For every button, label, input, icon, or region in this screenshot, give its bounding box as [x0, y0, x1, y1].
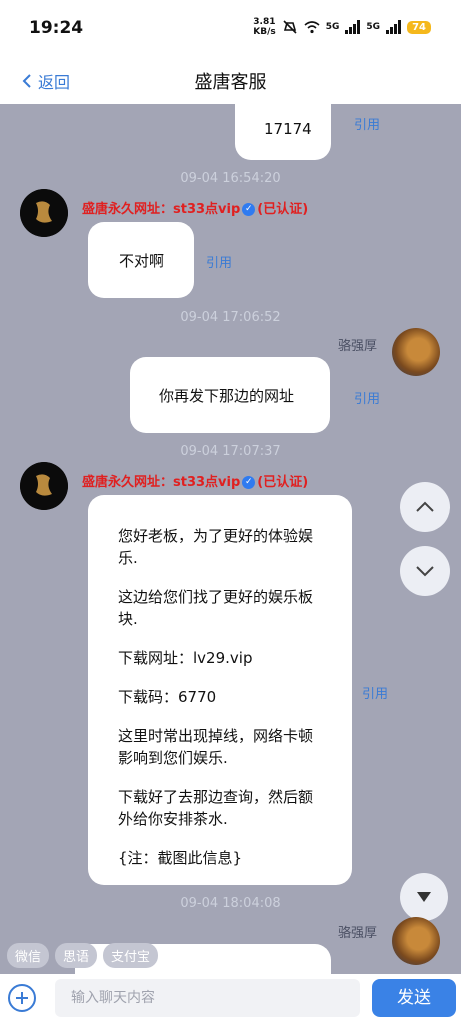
chevron-down-icon [416, 566, 434, 577]
my-name: 骆强厚 [338, 926, 378, 941]
message-text: 不对啊 [119, 252, 165, 270]
verified-label: (已认证) [257, 475, 309, 490]
sender-name: 盛唐永久网址：st33点vip ✓ (已认证) [82, 198, 308, 217]
timestamp: 09-04 17:06:52 [180, 310, 281, 325]
status-time: 19:24 [29, 18, 84, 38]
message-bubble-1[interactable]: 17174 [235, 104, 331, 160]
timestamp: 09-04 16:54:20 [180, 171, 281, 186]
message-line: 这里时常出现掉线，网络卡顿影响到您们娱乐. [118, 727, 314, 767]
message-line: {注：截图此信息} [118, 849, 243, 867]
timestamp: 09-04 17:07:37 [180, 444, 281, 459]
battery-badge: 74 [407, 20, 431, 34]
logo-icon [20, 189, 68, 237]
avatar-support[interactable] [20, 189, 68, 237]
sim2-label: 5G [366, 22, 381, 32]
scroll-down-button[interactable] [400, 546, 450, 596]
send-button[interactable]: 发送 [372, 979, 456, 1017]
my-name: 骆强厚 [338, 339, 378, 354]
message-line: 这边给您们找了更好的娱乐板块. [118, 588, 314, 628]
sender-name-text: 盛唐永久网址：st33点vip [82, 475, 241, 490]
chevron-up-icon [416, 501, 434, 512]
message-line: 您好老板，为了更好的体验娱乐. [118, 527, 314, 567]
avatar-me[interactable] [392, 328, 440, 376]
quick-tab-wechat[interactable]: 微信 [7, 943, 50, 968]
verified-icon: ✓ [242, 476, 256, 489]
wifi-icon [304, 21, 320, 34]
status-icons: 3.81 KB/s 5G 5G 74 [253, 17, 431, 37]
net-speed: 3.81 KB/s [253, 17, 275, 37]
scroll-up-button[interactable] [400, 482, 450, 532]
plus-button[interactable] [8, 984, 36, 1012]
mute-icon [283, 20, 297, 34]
quote-button[interactable]: 引用 [354, 388, 380, 407]
input-bar: 输入聊天内容 发送 [0, 974, 461, 1024]
quote-button[interactable]: 引用 [354, 114, 380, 133]
chat-area[interactable]: 17174 引用 09-04 16:54:20 盛唐永久网址：st33点vip ✓… [0, 104, 461, 974]
message-line: 下载网址：lv29.vip [118, 649, 253, 667]
message-bubble-2[interactable]: 不对啊 [88, 222, 194, 298]
timestamp: 09-04 18:04:08 [180, 896, 281, 911]
jump-to-bottom-button[interactable] [400, 873, 448, 921]
quick-tabs: 微信 思语 支付宝 [7, 943, 159, 968]
net-speed-value: 3.81 [253, 17, 276, 27]
arrow-down-icon [417, 892, 431, 902]
quick-tab-siyu[interactable]: 思语 [55, 943, 98, 968]
message-bubble-4[interactable]: 您好老板，为了更好的体验娱乐. 这边给您们找了更好的娱乐板块. 下载网址：lv2… [88, 495, 352, 885]
message-text: 17174 [264, 120, 312, 138]
message-text: 你再发下那边的网址 [159, 387, 295, 405]
quote-button[interactable]: 引用 [362, 683, 388, 702]
avatar-support[interactable] [20, 462, 68, 510]
signal-icon-2 [386, 20, 402, 34]
net-speed-unit: KB/s [253, 27, 276, 37]
plus-icon [16, 992, 28, 1004]
verified-label: (已认证) [257, 202, 309, 217]
logo-icon [20, 462, 68, 510]
page-title: 盛唐客服 [194, 72, 267, 93]
sender-name-text: 盛唐永久网址：st33点vip [82, 202, 241, 217]
signal-icon [345, 20, 361, 34]
quote-button[interactable]: 引用 [206, 252, 232, 271]
avatar-me[interactable] [392, 917, 440, 965]
message-input[interactable]: 输入聊天内容 [55, 979, 360, 1017]
sim1-label: 5G [325, 22, 340, 32]
sender-name: 盛唐永久网址：st33点vip ✓ (已认证) [82, 471, 308, 490]
message-bubble-3[interactable]: 你再发下那边的网址 [130, 357, 330, 433]
message-line: 下载码：6770 [118, 688, 217, 706]
status-bar: 19:24 3.81 KB/s 5G 5G 74 [0, 0, 461, 58]
message-line: 下载好了去那边查询，然后额外给你安排茶水. [118, 788, 314, 828]
verified-icon: ✓ [242, 203, 256, 216]
quick-tab-alipay[interactable]: 支付宝 [103, 943, 159, 968]
nav-bar: 返回 盛唐客服 [0, 58, 461, 104]
